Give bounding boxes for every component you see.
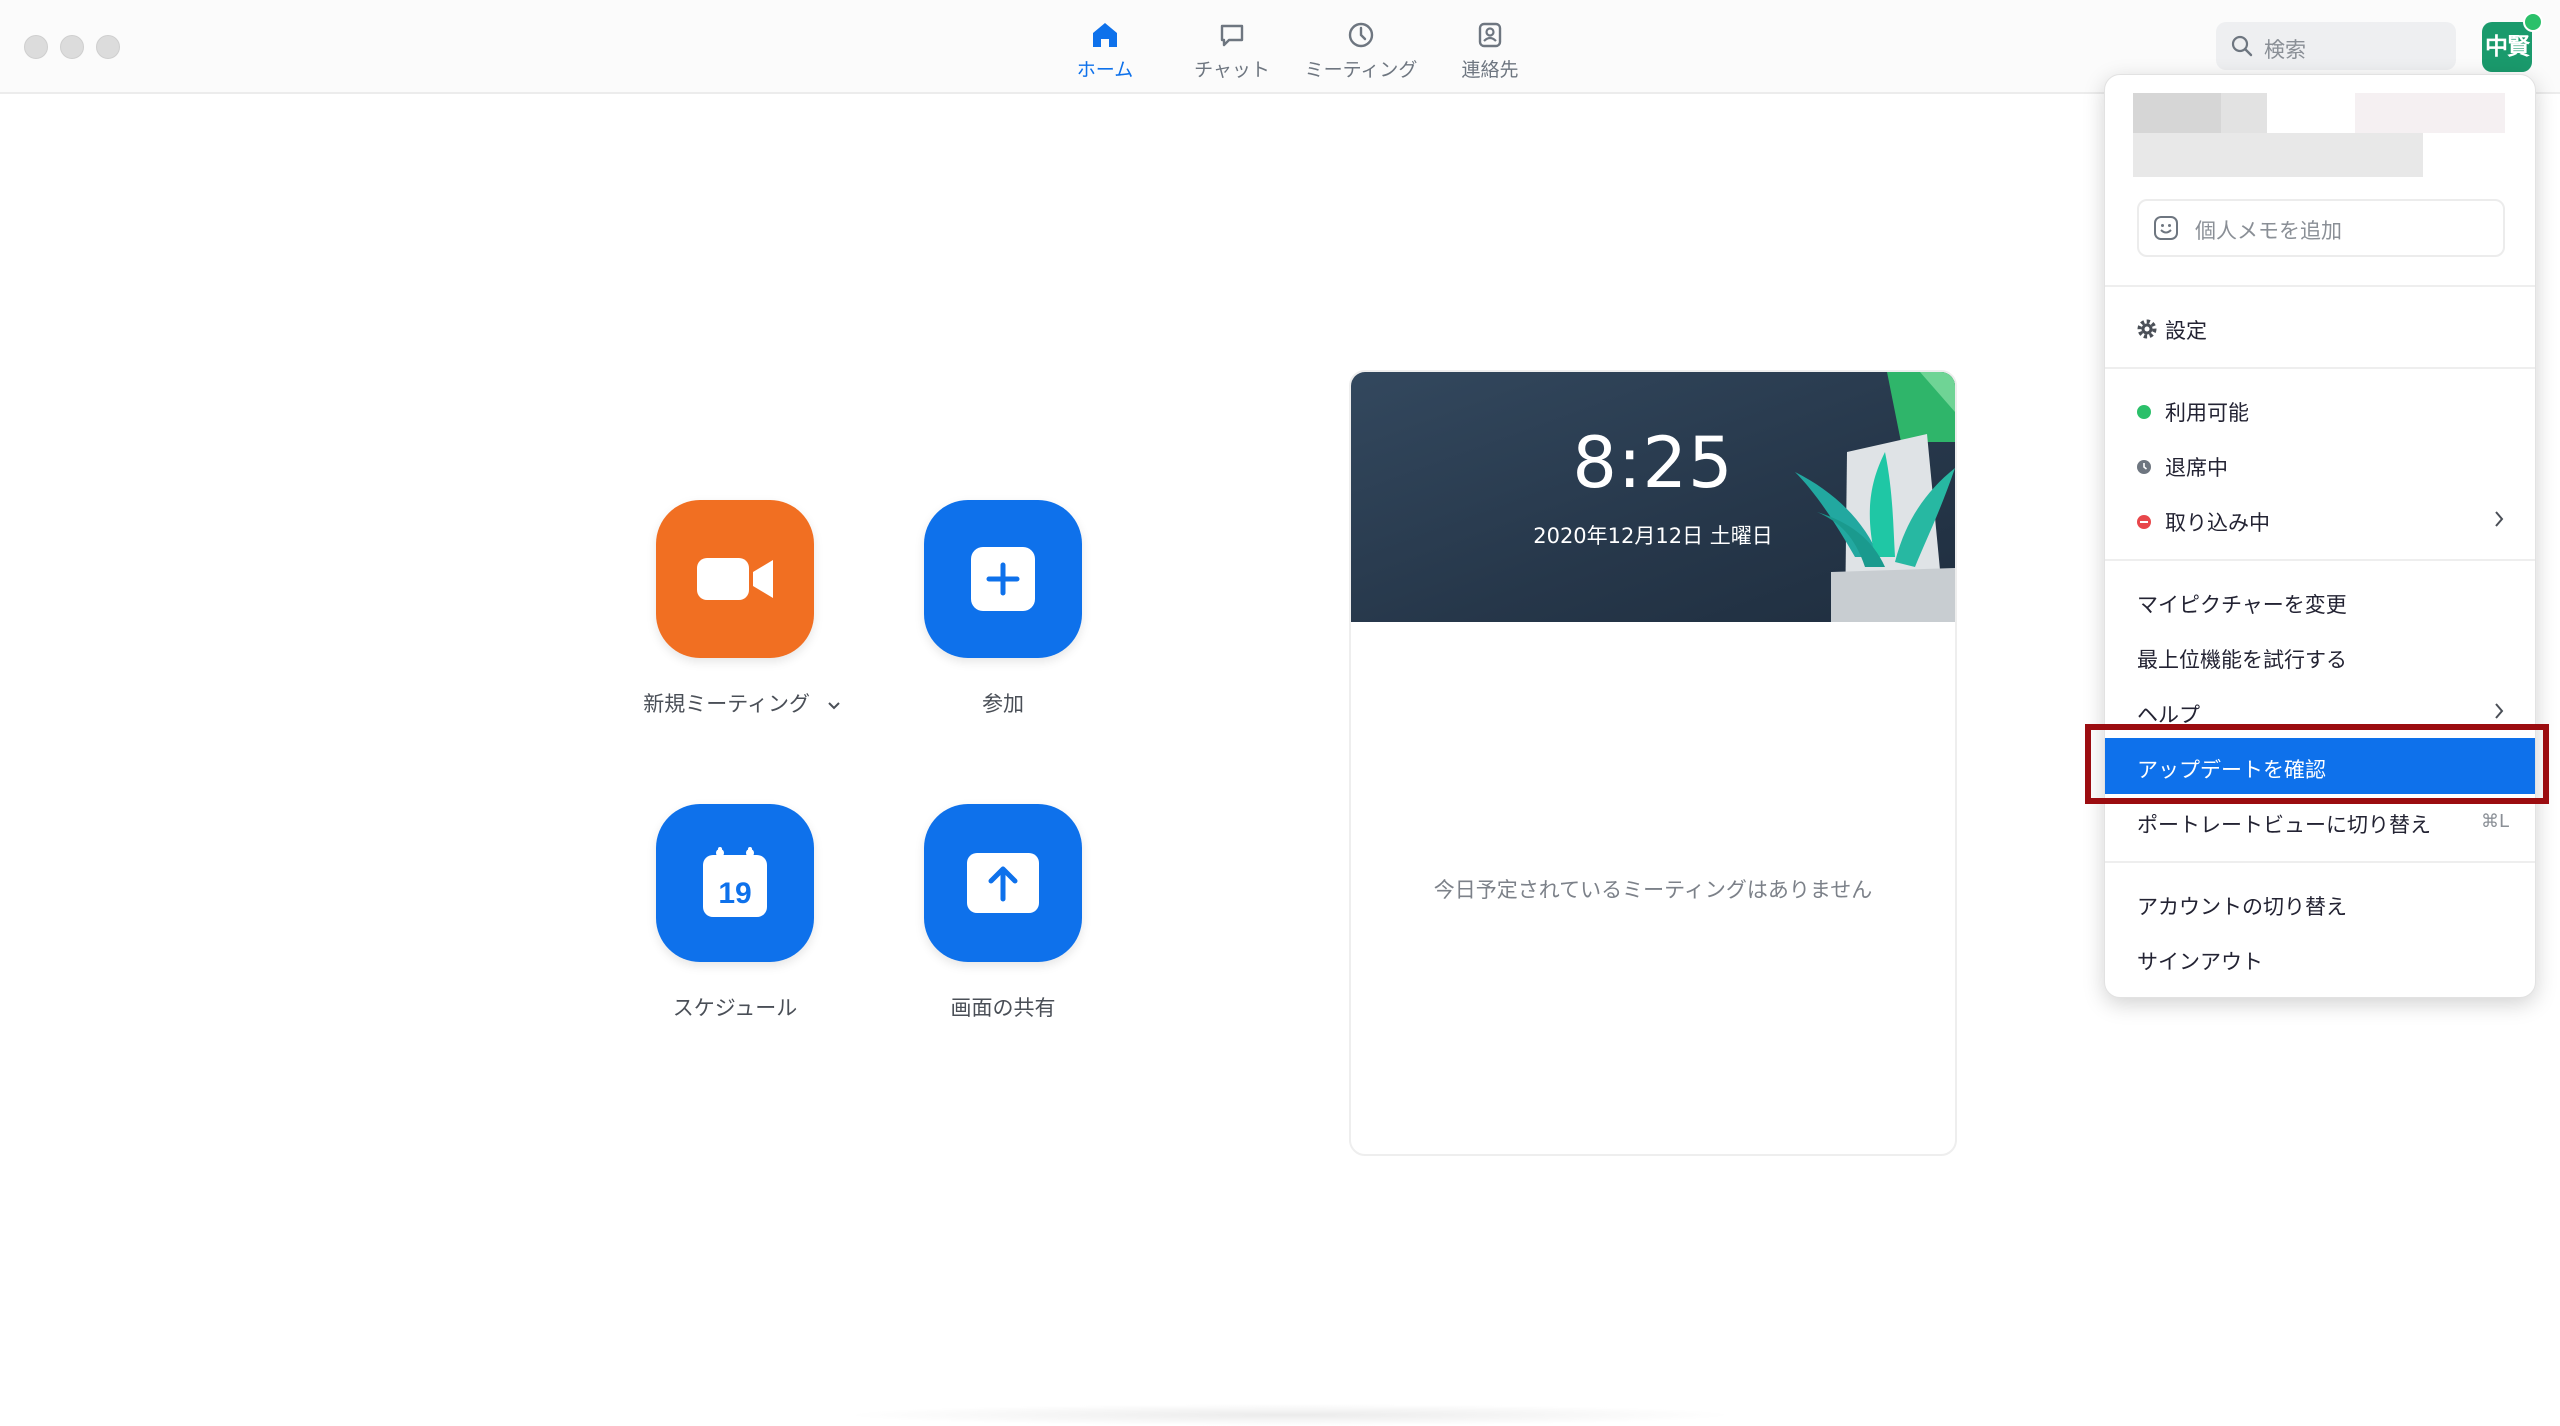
presence-dot: [2523, 12, 2543, 32]
join-label: 参加: [982, 692, 1024, 716]
tab-contacts[interactable]: 連絡先: [1425, 0, 1555, 92]
menu-item-sign-out[interactable]: サインアウト: [2105, 934, 2535, 986]
profile-name-redacted-2: [2221, 93, 2267, 133]
share-screen-button[interactable]: [924, 804, 1082, 962]
search-icon: [2231, 35, 2253, 57]
schedule-button[interactable]: 19: [656, 804, 814, 962]
schedule-label: スケジュール: [672, 996, 798, 1020]
home-icon: [1093, 23, 1117, 47]
status-busy-label: 取り込み中: [2165, 511, 2270, 535]
profile-detail-redacted: [2133, 133, 2423, 177]
menu-item-try-top-features[interactable]: 最上位機能を試行する: [2105, 632, 2535, 684]
menu-divider: [2105, 285, 2535, 287]
tab-chat-label: チャット: [1194, 59, 1270, 81]
profile-menu: 個人メモを追加 設定 利用可能 退席中 取り込み中 マイピクチャーを変更 最上位…: [2104, 74, 2536, 998]
annotation-highlight-box: [2085, 724, 2549, 804]
menu-item-status-busy[interactable]: 取り込み中: [2105, 495, 2535, 547]
chevron-right-icon: [2495, 703, 2504, 719]
new-meeting-text: 新規ミーティング: [643, 692, 811, 716]
video-camera-icon: [697, 558, 773, 600]
window-shadow: [840, 1404, 1740, 1426]
menu-item-change-picture[interactable]: マイピクチャーを変更: [2105, 577, 2535, 629]
menu-item-settings-label: 設定: [2165, 319, 2207, 343]
switch-account-label: アカウントの切り替え: [2137, 895, 2347, 919]
personal-note-placeholder: 個人メモを追加: [2195, 219, 2342, 243]
contact-icon: [1478, 22, 1502, 48]
change-picture-label: マイピクチャーを変更: [2137, 593, 2347, 617]
chevron-right-icon: [2495, 511, 2504, 527]
status-available-label: 利用可能: [2165, 401, 2249, 425]
portrait-view-shortcut: ⌘L: [2480, 811, 2509, 832]
tab-home[interactable]: ホーム: [1040, 0, 1170, 92]
new-meeting-button[interactable]: [656, 500, 814, 658]
close-window-button[interactable]: [24, 35, 48, 59]
profile-email-redacted: [2355, 93, 2505, 133]
plant-illustration: [1795, 372, 1955, 622]
new-meeting-label[interactable]: 新規ミーティング: [612, 688, 872, 718]
clock-icon: [1348, 22, 1374, 48]
portrait-view-label: ポートレートビューに切り替え: [2137, 813, 2431, 837]
gear-icon: [2137, 319, 2157, 339]
plus-icon: [971, 547, 1035, 611]
card-header: 8:25 2020年12月12日 土曜日: [1351, 372, 1955, 622]
no-meetings-message: 今日予定されているミーティングはありません: [1433, 878, 1873, 902]
tab-home-label: ホーム: [1076, 59, 1134, 81]
status-away-label: 退席中: [2165, 456, 2228, 480]
menu-item-status-available[interactable]: 利用可能: [2105, 385, 2535, 437]
share-screen-label: 画面の共有: [950, 996, 1056, 1020]
arrow-up-icon: [967, 853, 1039, 913]
sign-out-label: サインアウト: [2137, 950, 2263, 974]
search-placeholder: 検索: [2264, 38, 2306, 62]
tab-contacts-label: 連絡先: [1461, 59, 1519, 81]
tab-meetings-label: ミーティング: [1304, 59, 1418, 81]
minimize-window-button[interactable]: [60, 35, 84, 59]
upcoming-meetings-card: 8:25 2020年12月12日 土曜日 今日予定されているミーティングはありま…: [1349, 370, 1957, 1156]
chevron-down-icon[interactable]: [827, 701, 841, 711]
menu-divider: [2105, 861, 2535, 863]
chat-icon: [1220, 24, 1244, 47]
smiley-icon: [2154, 216, 2178, 240]
tab-meetings[interactable]: ミーティング: [1296, 0, 1426, 92]
personal-note-field[interactable]: 個人メモを追加: [2137, 199, 2505, 257]
menu-item-switch-account[interactable]: アカウントの切り替え: [2105, 879, 2535, 931]
zoom-window-button[interactable]: [96, 35, 120, 59]
try-top-features-label: 最上位機能を試行する: [2137, 648, 2347, 672]
calendar-day-number: 19: [718, 877, 751, 910]
tab-chat[interactable]: チャット: [1167, 0, 1297, 92]
menu-item-settings[interactable]: 設定: [2105, 303, 2535, 355]
available-status-icon: [2137, 405, 2151, 419]
profile-name-redacted: [2133, 93, 2221, 133]
menu-item-portrait-view[interactable]: ポートレートビューに切り替え ⌘L: [2105, 797, 2535, 849]
search-box[interactable]: 検索: [2216, 22, 2456, 70]
join-button[interactable]: [924, 500, 1082, 658]
away-clock-icon: [2137, 460, 2151, 474]
calendar-icon: 19: [703, 847, 767, 917]
menu-divider: [2105, 559, 2535, 561]
busy-status-icon: [2137, 515, 2151, 529]
menu-item-status-away[interactable]: 退席中: [2105, 440, 2535, 492]
menu-divider: [2105, 367, 2535, 369]
avatar[interactable]: 中賢: [2482, 22, 2532, 72]
